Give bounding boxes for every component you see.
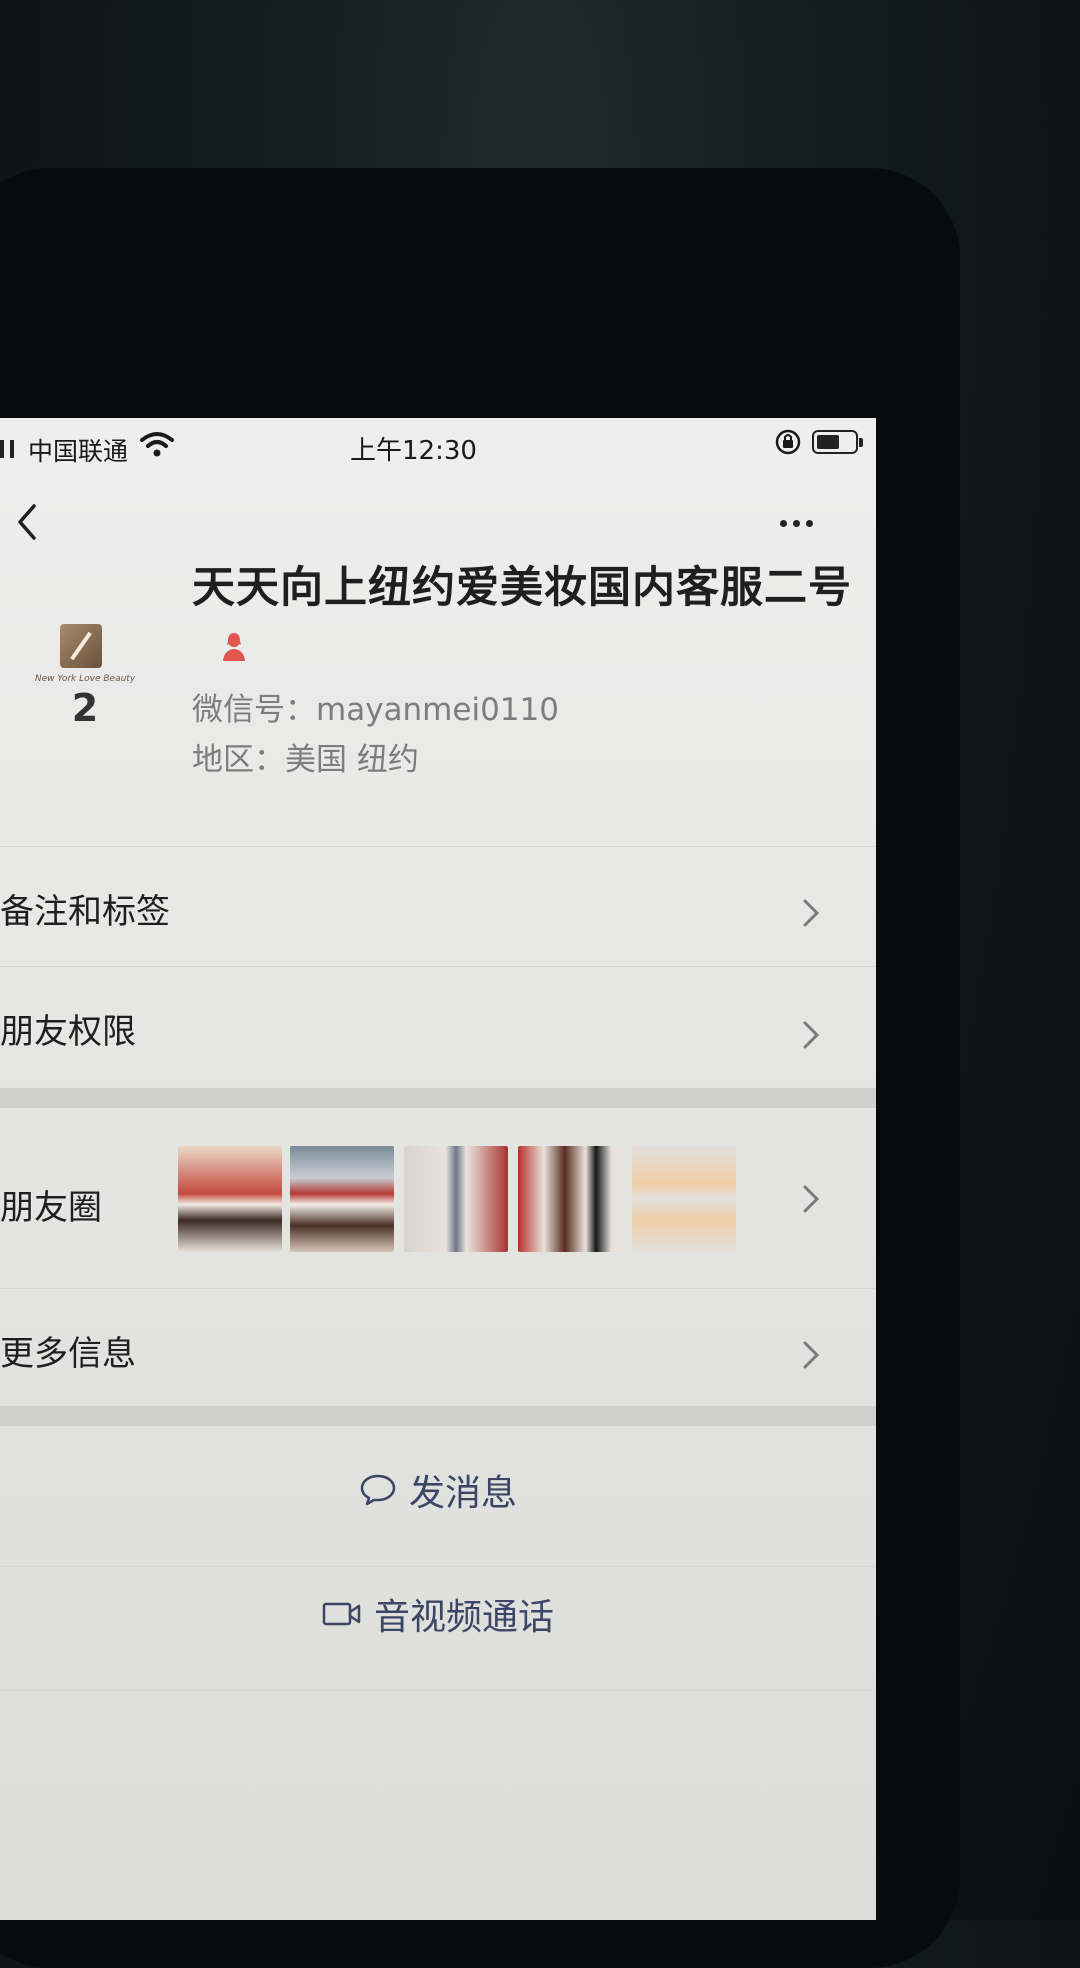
section-gap [0,1088,876,1108]
divider [0,1288,876,1289]
divider [0,846,876,847]
moments-photo [632,1146,736,1252]
row-remarks-tags[interactable]: 备注和标签 [0,848,876,964]
divider [0,966,876,967]
avatar-number: 2 [71,686,99,730]
signal-icon [0,440,14,458]
divider [0,1690,876,1691]
status-bar: 中国联通 上午12:30 [0,418,876,474]
row-moments-label: 朋友圈 [0,1188,102,1228]
battery-icon [812,430,863,454]
row-remarks-label: 备注和标签 [0,892,170,932]
screen: 中国联通 上午12:30 New York Love Beauty 2 天天向上… [0,418,876,1920]
contact-name-text: 天天向上纽约爱美妆国内客服二号 [192,563,852,613]
video-camera-icon [322,1602,361,1626]
video-call-label: 音视频通话 [373,1597,554,1638]
chevron-right-icon [803,1185,820,1213]
moments-photo [518,1146,622,1252]
chevron-right-icon [803,1341,820,1369]
wechat-id: 微信号：mayanmei0110 [192,692,559,728]
chevron-right-icon [803,899,820,927]
carrier-label: 中国联通 [28,437,129,466]
clock: 上午12:30 [350,436,477,466]
moments-photo [404,1146,508,1252]
back-chevron-icon[interactable] [12,500,42,544]
send-message-label: 发消息 [408,1473,517,1514]
orientation-lock-icon [775,429,801,455]
more-options-icon[interactable] [780,512,826,528]
row-more-info-label: 更多信息 [0,1334,136,1374]
send-message-button[interactable]: 发消息 [0,1464,876,1516]
wifi-icon [140,432,174,457]
avatar[interactable]: New York Love Beauty 2 [30,614,140,730]
moments-photo [290,1146,394,1252]
row-moments[interactable]: 朋友圈 [0,1110,876,1288]
chat-bubble-icon [360,1474,396,1506]
row-more-info[interactable]: 更多信息 [0,1290,876,1406]
section-gap [0,1406,876,1426]
brand-logo [60,624,102,668]
region: 地区：美国 纽约 [192,742,419,778]
divider [0,1566,876,1567]
contact-name: 天天向上纽约爱美妆国内客服二号 [192,560,852,672]
video-call-button[interactable]: 音视频通话 [0,1588,876,1640]
row-friend-permissions[interactable]: 朋友权限 [0,968,876,1088]
battery-fill [817,435,839,449]
avatar-brand-text: New York Love Beauty [34,674,136,684]
moments-photo [178,1146,282,1252]
female-icon [223,632,245,661]
chevron-right-icon [803,1021,820,1049]
row-permissions-label: 朋友权限 [0,1012,136,1052]
nav-bar [0,478,876,568]
